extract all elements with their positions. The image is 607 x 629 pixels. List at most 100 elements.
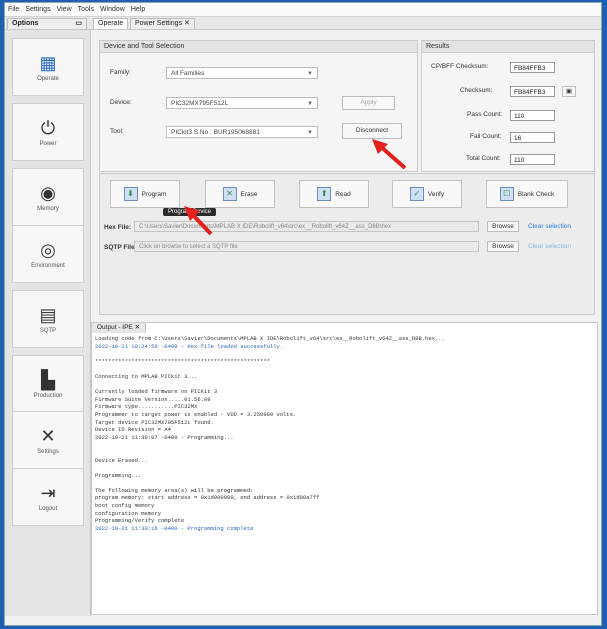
tool-label: Tool:	[110, 128, 124, 135]
log-line: 2022-10-21 11:30:16 -0400 - Programming …	[95, 524, 254, 532]
tab-strip: Options ▭ Operate Power Settings ✕	[5, 17, 601, 30]
sidebar-item-label: Memory	[37, 205, 59, 212]
device-select[interactable]: PIC32MX795F512L ▼	[166, 97, 318, 109]
sidebar-item-production[interactable]: ▙ Production	[12, 355, 84, 413]
fail-count-label: Fail Count:	[470, 133, 502, 140]
hex-file-label: Hex File:	[104, 224, 132, 231]
results-group: Results CP/BFF Checksum: FB84FFB3 Checks…	[421, 40, 595, 172]
device-select-value: PIC32MX795F512L	[171, 100, 229, 107]
calculator-icon[interactable]: ▣	[562, 86, 576, 97]
tab-operate[interactable]: Operate	[93, 18, 129, 29]
close-tab-icon[interactable]: ✕	[184, 20, 190, 27]
verify-button-label: Verify	[427, 190, 445, 198]
blank-check-button[interactable]: ☐ Blank Check	[486, 180, 568, 208]
sidebar-item-operate[interactable]: ▦ Operate	[12, 38, 84, 96]
sidebar-item-label: Power	[39, 140, 57, 147]
sidebar-item-label: Environment	[31, 262, 65, 269]
hex-file-path: C:\Users\Savier\Documents\MPLAB X IDE\Ro…	[134, 221, 479, 232]
menu-view[interactable]: View	[54, 6, 75, 13]
read-icon: ⬆	[317, 187, 332, 201]
family-label: Family:	[110, 69, 131, 76]
menu-tools[interactable]: Tools	[75, 6, 97, 13]
hex-browse-button[interactable]: Browse	[487, 221, 519, 232]
cpbff-checksum-label: CP/BFF Checksum:	[431, 63, 489, 70]
sidebar-item-power[interactable]: ⏻ Power	[12, 103, 84, 161]
apply-button[interactable]: Apply	[342, 96, 395, 110]
chevron-down-icon: ▼	[307, 101, 313, 107]
sidebar-item-environment[interactable]: ◎ Environment	[12, 225, 84, 283]
device-tool-group: Device and Tool Selection Family: All Fa…	[99, 40, 418, 172]
sqtp-file-label: SQTP File:	[104, 244, 137, 251]
sidebar-item-label: SQTP	[39, 327, 57, 334]
sqtp-browse-button[interactable]: Browse	[487, 241, 519, 252]
log-line: Firmware Suite Version.....01.56.09	[95, 395, 211, 403]
power-icon: ⏻	[40, 117, 56, 138]
pass-count-field: 110	[510, 110, 555, 121]
sidebar-item-label: Production	[33, 392, 63, 399]
production-icon: ▙	[41, 369, 55, 390]
hex-clear-selection-link[interactable]: Clear selection	[528, 223, 571, 230]
output-log: Loading code from C:\Users\Savier\Docume…	[95, 335, 593, 532]
log-line: Connecting to MPLAB PICkit 3...	[95, 372, 198, 380]
log-line: 2022-10-21 10:24:59 -0400 - Hex file loa…	[95, 342, 284, 350]
sidebar-item-sqtp[interactable]: ▤ SQTP	[12, 290, 84, 348]
output-pane: Output - IPE ✕ Loading code from C:\User…	[91, 322, 598, 615]
log-line: Target device PIC32MX795F512L found.	[95, 418, 214, 426]
grid-icon: ▦	[39, 52, 57, 73]
minimize-icon[interactable]: ▭	[75, 19, 82, 29]
log-line: ****************************************…	[95, 357, 270, 365]
checksum-field: FB84FFB3	[510, 86, 555, 97]
tab-power-settings[interactable]: Power Settings ✕	[130, 18, 195, 29]
sidebar-item-settings[interactable]: ✕ Settings	[12, 411, 84, 469]
output-tab-label: Output - IPE	[97, 324, 133, 331]
log-line: The following memory area(s) will be pro…	[95, 486, 254, 494]
menu-window[interactable]: Window	[97, 6, 128, 13]
sidebar: ▦ Operate ⏻ Power ◉ Memory ◎ Environment…	[5, 30, 91, 616]
tab-options[interactable]: Options ▭	[7, 18, 87, 29]
program-icon: ⬇	[123, 187, 138, 201]
verify-icon: ✓	[409, 187, 424, 201]
log-line: program memory: start address = 0x1d0000…	[95, 494, 320, 502]
output-tab[interactable]: Output - IPE ✕	[92, 323, 147, 333]
memory-icon: ◉	[40, 182, 56, 203]
log-line: 2022-10-21 11:30:07 -0400 - Programming.…	[95, 433, 234, 441]
settings-icon: ✕	[40, 425, 56, 446]
program-tooltip: Program Device	[163, 208, 217, 216]
log-line: Programming/Verify complete	[95, 517, 185, 525]
pass-count-label: Pass Count:	[467, 111, 503, 118]
logout-icon: ⇥	[40, 482, 56, 503]
total-count-label: Total Count:	[466, 155, 501, 162]
device-label: Device:	[110, 99, 132, 106]
program-button[interactable]: ⬇ Program	[110, 180, 180, 208]
log-line: Device Erased...	[95, 456, 148, 464]
sidebar-item-logout[interactable]: ⇥ Logout	[12, 468, 84, 526]
family-select-value: All Families	[171, 70, 205, 77]
log-line: Programmer to target power is enabled - …	[95, 410, 297, 418]
sqtp-icon: ▤	[39, 304, 57, 325]
sqtp-clear-selection-link[interactable]: Clear selection	[528, 243, 571, 250]
log-line: boot config memory	[95, 502, 155, 510]
family-select[interactable]: All Families ▼	[166, 67, 318, 79]
menu-settings[interactable]: Settings	[22, 6, 53, 13]
chevron-down-icon: ▼	[307, 71, 313, 77]
tool-select[interactable]: PICkit3 S.No : BUR195068881 ▼	[166, 126, 318, 138]
close-tab-icon[interactable]: ✕	[135, 324, 140, 331]
log-line: Firmware type...........PIC32MX	[95, 403, 198, 411]
verify-button[interactable]: ✓ Verify	[392, 180, 462, 208]
checksum-label: Checksum:	[460, 87, 493, 94]
menu-bar: File Settings View Tools Window Help	[5, 3, 601, 17]
sidebar-item-memory[interactable]: ◉ Memory	[12, 168, 84, 226]
disconnect-button[interactable]: Disconnect	[342, 123, 402, 139]
menu-file[interactable]: File	[5, 6, 22, 13]
menu-help[interactable]: Help	[128, 6, 148, 13]
log-line: Programming...	[95, 471, 142, 479]
read-button[interactable]: ⬆ Read	[299, 180, 369, 208]
erase-button[interactable]: ✕ Erase	[205, 180, 275, 208]
log-line: configuration memory	[95, 509, 162, 517]
